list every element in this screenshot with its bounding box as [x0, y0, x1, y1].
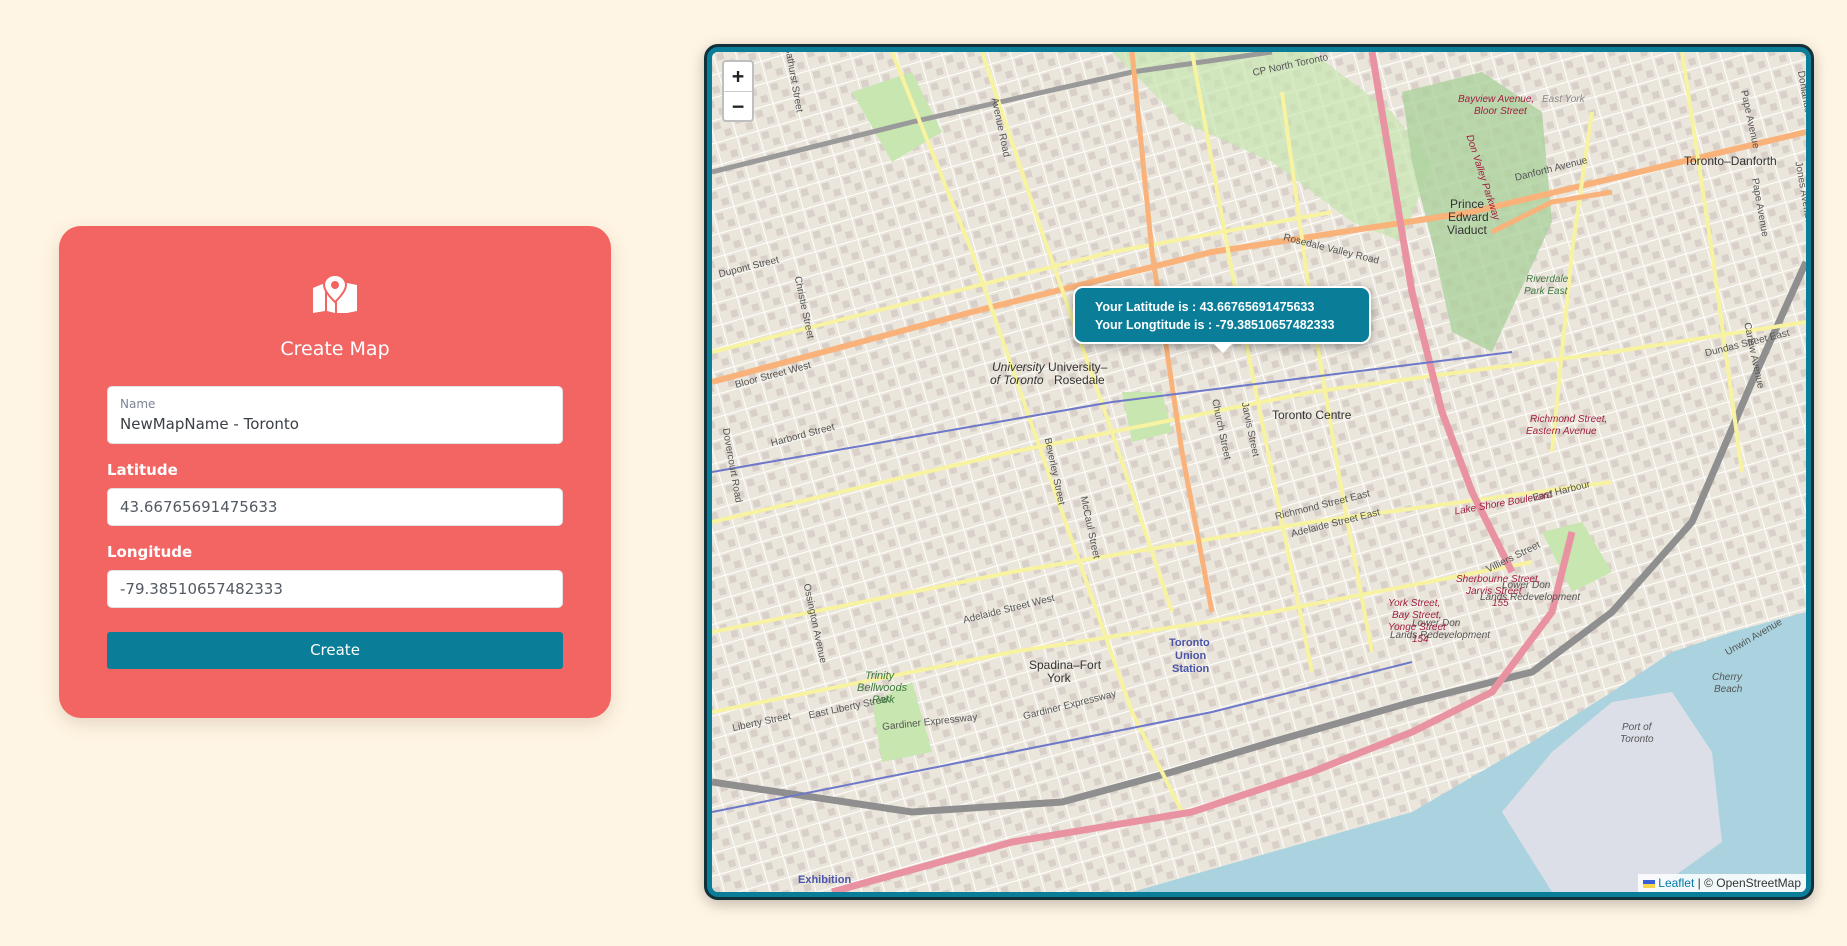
- osm-attribution: OpenStreetMap: [1716, 876, 1801, 890]
- latitude-input[interactable]: 43.66765691475633: [107, 488, 563, 526]
- longitude-input[interactable]: -79.38510657482333: [107, 570, 563, 608]
- popup-tip: [1212, 342, 1234, 353]
- zoom-in-button[interactable]: +: [724, 62, 752, 91]
- attribution-separator: | ©: [1694, 876, 1717, 890]
- latitude-label: Latitude: [107, 461, 178, 479]
- map-tiles: [712, 52, 1806, 892]
- map-frame: Toronto–Danforth Prince Edward Viaduct U…: [704, 44, 1814, 900]
- map-canvas[interactable]: Toronto–Danforth Prince Edward Viaduct U…: [712, 52, 1806, 892]
- location-popup: Your Latitude is : 43.66765691475633 You…: [1073, 286, 1371, 344]
- longitude-label: Longitude: [107, 543, 193, 561]
- name-label: Name: [120, 397, 156, 411]
- create-button[interactable]: Create: [107, 632, 563, 669]
- popup-latitude: Your Latitude is : 43.66765691475633: [1095, 300, 1315, 314]
- zoom-out-button[interactable]: −: [724, 91, 752, 120]
- form-title: Create Map: [280, 338, 390, 360]
- leaflet-link[interactable]: Leaflet: [1658, 876, 1694, 890]
- name-input[interactable]: NewMapName - Toronto: [120, 415, 299, 433]
- zoom-control: + −: [722, 60, 754, 122]
- create-map-card: Create Map Name NewMapName - Toronto Lat…: [59, 226, 611, 718]
- ukraine-flag-icon: [1643, 879, 1656, 888]
- popup-longitude: Your Longtitude is : -79.38510657482333: [1095, 318, 1335, 332]
- map-attribution: Leaflet | © OpenStreetMap: [1638, 874, 1806, 892]
- map-marker-icon: [313, 274, 357, 313]
- name-field[interactable]: Name NewMapName - Toronto: [107, 386, 563, 444]
